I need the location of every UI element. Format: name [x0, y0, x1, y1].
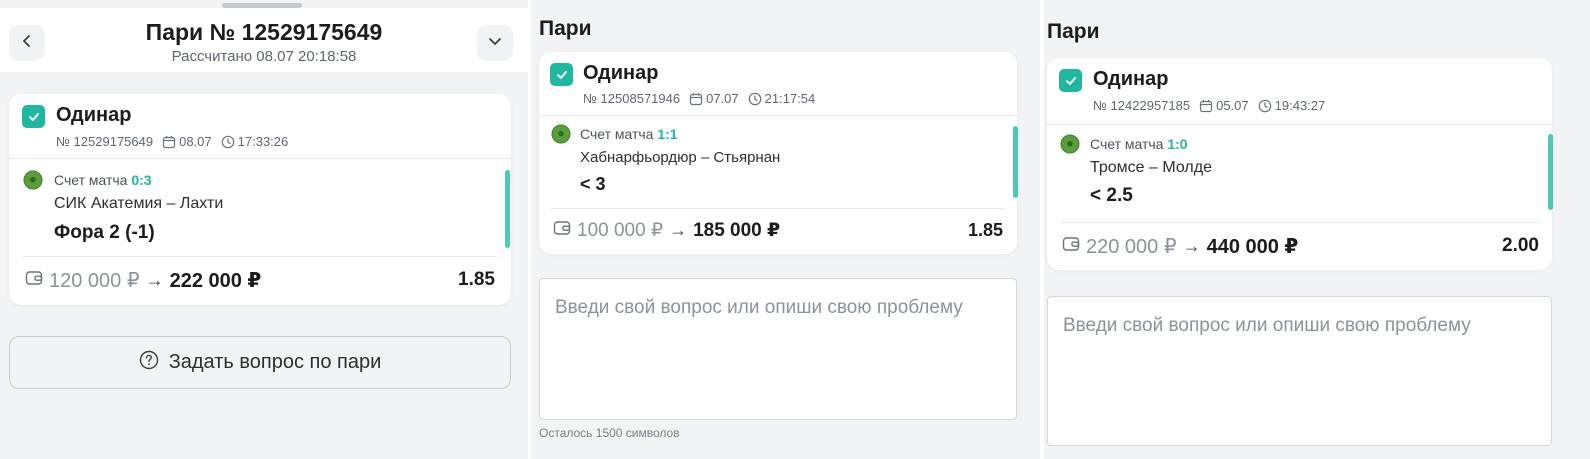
win-amount: 185 000 ₽	[693, 220, 781, 241]
collapse-button[interactable]	[477, 25, 513, 61]
bet-card: Одинар № 12529175649 08.07 17:33:26 Счет…	[9, 94, 511, 305]
wallet-icon	[25, 269, 43, 292]
clock-icon	[221, 135, 235, 149]
support-bet-panel: Пари Одинар № 12422957185 05.07 19:43:27…	[1044, 0, 1590, 459]
match-teams: Тромсе – Молде	[1090, 159, 1212, 176]
bet-market: < 3	[580, 174, 606, 194]
bet-date: 05.07	[1216, 98, 1249, 113]
ask-question-label: Задать вопрос по пари	[168, 351, 382, 373]
page-title: Пари № 12529175649	[145, 19, 383, 45]
match-teams: СИК Акатемия – Лахти	[54, 195, 224, 212]
bet-card[interactable]: Одинар № 12508571946 07.07 21:17:54 Счет…	[539, 52, 1018, 254]
wallet-icon	[1062, 235, 1080, 258]
wallet-icon	[553, 219, 571, 242]
question-circle-icon	[139, 350, 159, 375]
bet-date: 07.07	[706, 91, 739, 106]
bet-number: № 12508571946	[583, 91, 681, 106]
divider	[539, 115, 1017, 116]
question-textarea[interactable]: Введи свой вопрос или опиши свою проблем…	[1047, 296, 1552, 446]
question-placeholder: Введи свой вопрос или опиши свою проблем…	[1063, 315, 1471, 336]
bet-type: Одинар	[1093, 68, 1169, 90]
bet-type: Одинар	[583, 62, 659, 84]
support-bet-panel: Пари Одинар № 12508571946 07.07 21:17:54…	[531, 0, 1040, 459]
divider	[551, 208, 1005, 209]
question-textarea[interactable]: Введи свой вопрос или опиши свою проблем…	[539, 278, 1017, 420]
calendar-icon	[1199, 99, 1213, 113]
check-icon	[1059, 69, 1082, 92]
bet-odds: 1.85	[458, 269, 495, 290]
bet-date: 08.07	[179, 134, 212, 149]
win-amount: 222 000 ₽	[169, 270, 262, 292]
clock-icon	[748, 92, 762, 106]
bet-amounts: 220 000 ₽ → 440 000 ₽	[1062, 234, 1298, 259]
score-label: Счет матча	[1090, 136, 1164, 152]
bet-market: Фора 2 (-1)	[54, 222, 155, 243]
match-teams: Хабнарфьордюр – Стьярнан	[580, 149, 781, 166]
score-value: 1:1	[657, 126, 678, 142]
chevron-down-icon	[487, 33, 503, 54]
score-label: Счет матча	[580, 126, 654, 142]
score-value: 1:0	[1167, 136, 1188, 152]
check-icon	[550, 63, 573, 86]
ask-question-button[interactable]: Задать вопрос по пари	[9, 336, 511, 389]
stake-amount: 120 000 ₽	[49, 270, 140, 292]
match-score: Счет матча 0:3	[54, 172, 152, 188]
arrow-right-icon: →	[669, 220, 688, 240]
bet-details-panel: Пари № 12529175649 Рассчитано 08.07 20:1…	[0, 0, 528, 459]
score-label: Счет матча	[54, 172, 128, 188]
status-accent-bar	[1013, 126, 1018, 198]
bet-meta: № 12529175649 08.07 17:33:26	[56, 134, 288, 149]
calendar-icon	[689, 92, 703, 106]
soccer-ball-icon	[23, 170, 43, 190]
section-title: Пари	[1047, 20, 1100, 43]
divider	[1060, 222, 1540, 223]
bet-time: 21:17:54	[764, 91, 816, 106]
bet-card[interactable]: Одинар № 12422957185 05.07 19:43:27 Счет…	[1047, 58, 1553, 270]
bet-type: Одинар	[56, 104, 132, 126]
settled-timestamp: Рассчитано 08.07 20:18:58	[171, 48, 357, 65]
bet-meta: № 12422957185 05.07 19:43:27	[1093, 98, 1325, 113]
calendar-icon	[162, 135, 176, 149]
arrow-right-icon: →	[145, 270, 164, 290]
soccer-ball-icon	[1060, 134, 1080, 154]
check-icon	[22, 105, 45, 128]
question-placeholder: Введи свой вопрос или опиши свою проблем…	[555, 297, 963, 318]
bet-amounts: 120 000 ₽ → 222 000 ₽	[25, 268, 261, 293]
bet-time: 17:33:26	[237, 134, 289, 149]
arrow-right-icon: →	[1182, 236, 1201, 256]
section-title: Пари	[539, 17, 592, 40]
divider	[1047, 124, 1552, 125]
bet-number: № 12529175649	[56, 134, 154, 149]
win-amount: 440 000 ₽	[1206, 236, 1299, 258]
bet-amounts: 100 000 ₽ → 185 000 ₽	[553, 219, 780, 242]
bet-meta: № 12508571946 07.07 21:17:54	[583, 91, 815, 106]
divider	[23, 256, 497, 257]
remaining-characters: Осталось 1500 символов	[539, 426, 680, 440]
score-value: 0:3	[131, 172, 152, 188]
soccer-ball-icon	[551, 124, 571, 144]
bet-odds: 2.00	[1502, 235, 1539, 256]
stake-amount: 220 000 ₽	[1086, 236, 1177, 258]
stake-amount: 100 000 ₽	[577, 220, 664, 241]
match-score: Счет матча 1:0	[1090, 136, 1188, 152]
bet-time: 19:43:27	[1274, 98, 1326, 113]
bet-number: № 12422957185	[1093, 98, 1191, 113]
bet-market: < 2.5	[1090, 185, 1133, 206]
match-score: Счет матча 1:1	[580, 126, 678, 142]
bet-header: Пари № 12529175649 Рассчитано 08.07 20:1…	[0, 8, 528, 72]
clock-icon	[1258, 99, 1272, 113]
divider	[9, 158, 511, 159]
bet-odds: 1.85	[967, 220, 1003, 240]
status-accent-bar	[505, 170, 510, 248]
status-accent-bar	[1548, 134, 1553, 210]
